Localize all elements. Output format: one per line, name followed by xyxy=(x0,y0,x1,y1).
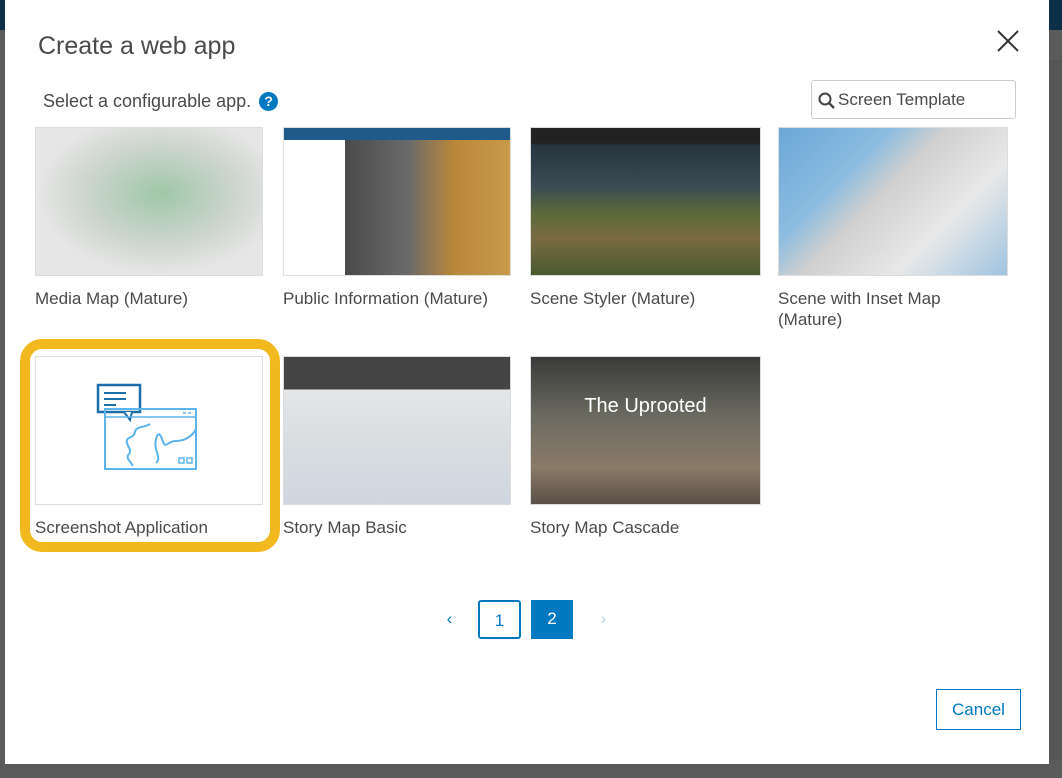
app-label: Story Map Basic xyxy=(283,518,407,537)
app-tile-public-information[interactable]: Public Information (Mature) xyxy=(283,127,511,309)
app-tile-story-map-cascade[interactable]: The Uprooted Story Map Cascade xyxy=(530,356,761,538)
create-web-app-dialog: Create a web app Select a configurable a… xyxy=(5,0,1049,764)
screenshot-app-icon xyxy=(96,383,197,470)
app-label: Public Information (Mature) xyxy=(283,289,489,308)
thumbnail xyxy=(35,127,263,276)
thumbnail xyxy=(283,127,511,276)
thumbnail: The Uprooted xyxy=(530,356,761,505)
app-label: Media Map (Mature) xyxy=(35,289,189,308)
search-input[interactable] xyxy=(811,80,1016,119)
thumbnail xyxy=(530,127,761,276)
prev-page-button[interactable]: ‹ xyxy=(437,600,462,639)
thumbnail-title: The Uprooted xyxy=(584,395,707,417)
background-page xyxy=(1049,60,1062,760)
cancel-button[interactable]: Cancel xyxy=(936,689,1021,730)
app-tile-scene-inset-map[interactable]: Scene with Inset Map (Mature) xyxy=(778,127,1008,330)
app-tile-story-map-basic[interactable]: Story Map Basic xyxy=(283,356,511,538)
app-label: Scene Styler (Mature) xyxy=(530,289,696,308)
dialog-title: Create a web app xyxy=(38,32,236,60)
next-page-button[interactable]: › xyxy=(591,600,616,639)
app-label: Screenshot Application xyxy=(35,518,208,537)
search-icon xyxy=(818,92,835,109)
app-label: Story Map Cascade xyxy=(530,518,680,537)
help-icon[interactable]: ? xyxy=(259,92,279,111)
page-2-button[interactable]: 2 xyxy=(531,600,573,639)
thumbnail xyxy=(778,127,1008,276)
app-label: Scene with Inset Map (Mature) xyxy=(778,289,941,329)
app-tile-screenshot-application[interactable]: Screenshot Application xyxy=(35,356,263,538)
subtitle-text: Select a configurable app. xyxy=(43,91,252,111)
thumbnail xyxy=(283,356,511,505)
app-tile-media-map[interactable]: Media Map (Mature) xyxy=(35,127,263,309)
app-tile-scene-styler[interactable]: Scene Styler (Mature) xyxy=(530,127,761,309)
page-1-button[interactable]: 1 xyxy=(478,600,521,639)
thumbnail xyxy=(35,356,263,505)
close-icon[interactable] xyxy=(995,28,1021,54)
dialog-subtitle: Select a configurable app.? xyxy=(43,91,279,112)
